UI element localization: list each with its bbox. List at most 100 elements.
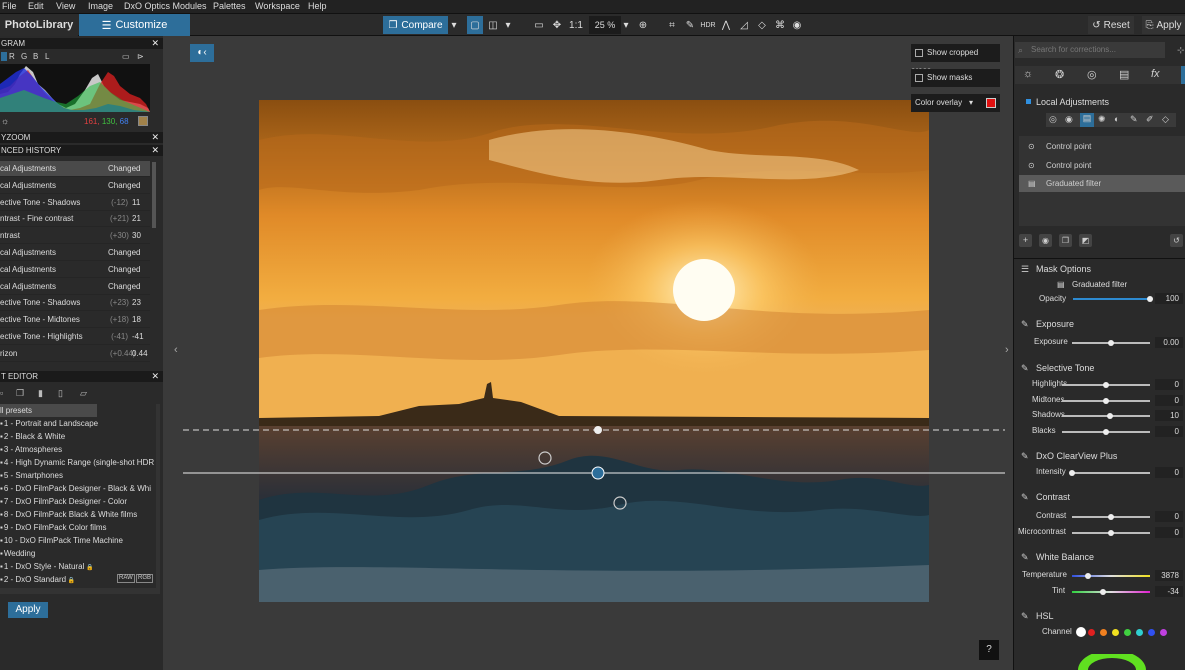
channel-r[interactable]: R bbox=[9, 52, 15, 61]
list-item[interactable]: ⊙ Control point bbox=[1019, 157, 1185, 174]
channel-all-icon[interactable] bbox=[1, 52, 7, 61]
search-input[interactable]: Search for corrections... bbox=[1015, 42, 1165, 58]
close-icon[interactable]: ✕ bbox=[151, 132, 159, 143]
history-row[interactable]: ective Tone - Shadows (+23) 23 bbox=[0, 295, 150, 312]
cropped-checkbox[interactable] bbox=[915, 48, 923, 57]
tone-midtones-value[interactable]: 0 bbox=[1155, 394, 1183, 406]
horizon-icon[interactable]: HDR bbox=[700, 16, 715, 34]
eye-icon[interactable]: ◉ bbox=[790, 16, 804, 34]
preset-item[interactable]: ▪3 - Atmospheres bbox=[0, 443, 155, 456]
preset-item[interactable]: ▪6 - DxO FilmPack Designer - Black & Whi bbox=[0, 482, 155, 495]
preset-item[interactable]: ▪1 - DxO Style - Natural 🔒 bbox=[0, 560, 155, 573]
compare-dropdown-icon[interactable]: ▾ bbox=[449, 16, 459, 34]
graduated-filter-tool-icon[interactable]: ▤ bbox=[1080, 113, 1094, 127]
history-row[interactable]: ntrast (+30) 30 bbox=[0, 228, 150, 245]
tab-customize[interactable]: ☰ Customize bbox=[79, 14, 190, 36]
perspective-icon[interactable]: ⋀ bbox=[719, 16, 733, 34]
hsl-channel-dot[interactable] bbox=[1088, 629, 1095, 636]
preset-item[interactable]: ▪Wedding bbox=[0, 547, 155, 560]
preset-item[interactable]: ▪9 - DxO FilmPack Color films bbox=[0, 521, 155, 534]
clearview-intensity-slider-handle[interactable] bbox=[1069, 470, 1075, 476]
exposure-value[interactable]: 0.00 bbox=[1155, 337, 1183, 348]
delete-icon[interactable]: ▮ bbox=[38, 388, 43, 399]
brush-tool-icon[interactable]: ✎ bbox=[1130, 114, 1138, 125]
preset-item[interactable]: ▪4 - High Dynamic Range (single-shot HDR bbox=[0, 456, 155, 469]
close-icon[interactable]: ✕ bbox=[151, 38, 159, 49]
tone-shadows-value[interactable]: 10 bbox=[1155, 410, 1183, 422]
view-dropdown-icon[interactable]: ▾ bbox=[503, 16, 513, 34]
move-icon[interactable]: ✥ bbox=[551, 16, 563, 34]
contrast-1-slider-handle[interactable] bbox=[1108, 529, 1114, 536]
crop-icon[interactable]: ⌗ bbox=[666, 16, 678, 34]
preset-header-row[interactable]: ll presets bbox=[0, 404, 97, 417]
history-row[interactable]: cal Adjustments Changed bbox=[0, 279, 150, 295]
preset-hscrollbar[interactable] bbox=[0, 588, 160, 594]
zoom-in-icon[interactable]: ⊕ bbox=[636, 16, 650, 34]
contrast-0-slider-handle[interactable] bbox=[1108, 514, 1114, 520]
radial-filter-tool-icon[interactable]: ◐ bbox=[1114, 114, 1119, 124]
effects-icon[interactable]: fx bbox=[1151, 68, 1160, 80]
contrast-pen-icon[interactable]: ✎ bbox=[1021, 492, 1031, 502]
wb-pen-icon[interactable]: ✎ bbox=[1021, 552, 1031, 562]
opacity-slider[interactable] bbox=[1073, 298, 1150, 300]
menu-edit[interactable]: Edit bbox=[28, 1, 44, 11]
preset-item[interactable]: ▪5 - Smartphones bbox=[0, 469, 155, 482]
exposure-pen-icon[interactable]: ✎ bbox=[1021, 319, 1031, 329]
preset-item[interactable]: ▪2 - Black & White bbox=[0, 430, 155, 443]
tint-slider[interactable] bbox=[1072, 591, 1150, 593]
reset-local-icon[interactable]: ↺ bbox=[1170, 234, 1183, 247]
history-row[interactable]: rizon (+0.44) 0.44 bbox=[0, 346, 150, 362]
preset-item[interactable]: ▪7 - DxO FilmPack Designer - Color bbox=[0, 495, 155, 508]
add-icon[interactable]: + bbox=[1019, 234, 1032, 247]
clearview-pen-icon[interactable]: ✎ bbox=[1021, 451, 1031, 461]
menu-palettes[interactable]: Palettes bbox=[213, 1, 246, 11]
tab-photolibrary[interactable]: PhotoLibrary bbox=[0, 14, 78, 36]
masks-checkbox[interactable] bbox=[915, 73, 923, 82]
hsl-channel-dot[interactable] bbox=[1136, 629, 1143, 636]
bandaid-icon[interactable]: ⌘ bbox=[773, 16, 787, 34]
channel-l[interactable]: L bbox=[45, 52, 49, 61]
monitor-icon[interactable]: ▭ bbox=[122, 52, 130, 61]
show-cropped-areas[interactable]: Show cropped areas bbox=[911, 44, 1000, 75]
graduated-filter-overlay[interactable] bbox=[163, 36, 1013, 670]
temperature-slider[interactable] bbox=[1072, 575, 1150, 577]
list-item[interactable]: ⊙ Control point bbox=[1019, 138, 1185, 155]
list-item[interactable]: ▤ Graduated filter bbox=[1019, 175, 1185, 192]
tone-highlights-value[interactable]: 0 bbox=[1155, 379, 1183, 390]
tone-midtones-slider-handle[interactable] bbox=[1103, 397, 1109, 404]
color-overlay-dropdown-icon[interactable]: ▾ bbox=[969, 94, 973, 112]
preset-item[interactable]: ▪10 - DxO FilmPack Time Machine bbox=[0, 534, 155, 547]
history-row[interactable]: ntrast - Fine contrast (+21) 21 bbox=[0, 211, 150, 228]
export-icon[interactable]: ▱ bbox=[80, 388, 87, 399]
menu-help[interactable]: Help bbox=[308, 1, 327, 11]
import-icon[interactable]: ▯ bbox=[58, 388, 63, 399]
hsl-channel-dot[interactable] bbox=[1160, 629, 1167, 636]
duplicate-icon[interactable]: ❐ bbox=[16, 388, 24, 399]
opacity-value[interactable]: 100 bbox=[1155, 293, 1183, 304]
eyedropper-icon[interactable]: ✎ bbox=[684, 16, 696, 34]
control-point-tool-icon[interactable]: ◎ bbox=[1049, 114, 1057, 125]
reset-button[interactable]: ↺ Reset bbox=[1088, 16, 1134, 34]
preset-item[interactable]: ▪1 - Portrait and Landscape bbox=[0, 417, 155, 430]
preset-apply-button[interactable]: Apply bbox=[8, 602, 48, 618]
menu-workspace[interactable]: Workspace bbox=[255, 1, 300, 11]
exposure-slider-handle[interactable] bbox=[1108, 340, 1114, 346]
control-line-tool-icon[interactable]: ◉ bbox=[1065, 114, 1073, 125]
menu-view[interactable]: View bbox=[56, 1, 75, 11]
zoom-field[interactable]: 25 % bbox=[589, 16, 621, 34]
history-scrollbar[interactable] bbox=[152, 162, 156, 228]
pin-icon[interactable]: ⊹ bbox=[1177, 45, 1185, 56]
tint-value[interactable]: -34 bbox=[1155, 586, 1183, 597]
auto-mask-tool-icon[interactable]: ✺ bbox=[1098, 114, 1106, 125]
split-view-icon[interactable]: ◫ bbox=[486, 16, 500, 34]
visibility-icon[interactable]: ◉ bbox=[1039, 234, 1052, 247]
clearview-intensity-value[interactable]: 0 bbox=[1155, 467, 1183, 478]
hsl-channel-dot[interactable] bbox=[1100, 629, 1107, 636]
compare-button[interactable]: ❐ Compare bbox=[383, 16, 448, 34]
new-preset-icon[interactable]: ▫ bbox=[0, 388, 3, 398]
hue-wheel[interactable] bbox=[1074, 654, 1150, 670]
preset-scrollbar[interactable] bbox=[156, 404, 160, 588]
help-button[interactable]: ? bbox=[979, 640, 999, 660]
hsl-channel-dot[interactable] bbox=[1124, 629, 1131, 636]
hsl-channel-dot[interactable] bbox=[1148, 629, 1155, 636]
